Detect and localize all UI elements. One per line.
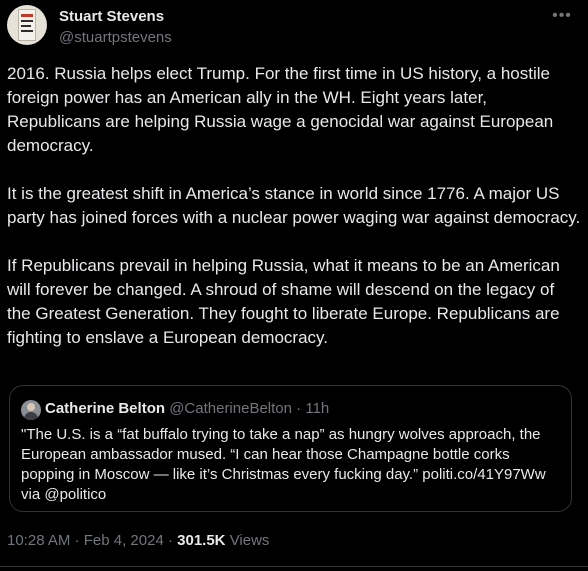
quote-author-name[interactable]: Catherine Belton [45, 400, 165, 417]
quote-separator: · [296, 400, 302, 417]
more-options-icon[interactable]: ••• [550, 6, 574, 26]
quote-timestamp[interactable]: 11h [305, 400, 329, 417]
tweet-paragraph: 2016. Russia helps elect Trump. For the … [7, 64, 554, 155]
quoted-tweet[interactable]: Catherine Belton @CatherineBelton · 11h … [9, 385, 572, 512]
tweet-time[interactable]: 10:28 AM [7, 532, 70, 549]
quote-author-handle[interactable]: @CatherineBelton [169, 400, 292, 417]
quote-author-avatar[interactable] [21, 400, 41, 420]
views-count: 301.5K [177, 532, 226, 549]
tweet: Stuart Stevens @stuartpstevens ••• 2016.… [0, 0, 588, 571]
meta-separator: · [167, 532, 173, 549]
tweet-meta: 10:28 AM · Feb 4, 2024 · 301.5K Views [7, 532, 269, 549]
quote-text: "The U.S. is a “fat buffalo trying to ta… [21, 426, 546, 503]
views-label: Views [229, 532, 270, 549]
tweet-date[interactable]: Feb 4, 2024 [84, 532, 164, 549]
author-name[interactable]: Stuart Stevens [59, 8, 164, 25]
quote-header: Catherine Belton @CatherineBelton · 11h [45, 400, 329, 417]
tweet-paragraph: If Republicans prevail in helping Russia… [7, 256, 560, 347]
author-handle[interactable]: @stuartpstevens [59, 29, 172, 46]
tweet-paragraph: It is the greatest shift in America’s st… [7, 184, 581, 227]
tweet-text: 2016. Russia helps elect Trump. For the … [7, 62, 581, 350]
divider [0, 566, 588, 567]
meta-separator: · [74, 532, 80, 549]
author-avatar[interactable] [7, 5, 47, 45]
book-cover-icon [18, 9, 36, 41]
